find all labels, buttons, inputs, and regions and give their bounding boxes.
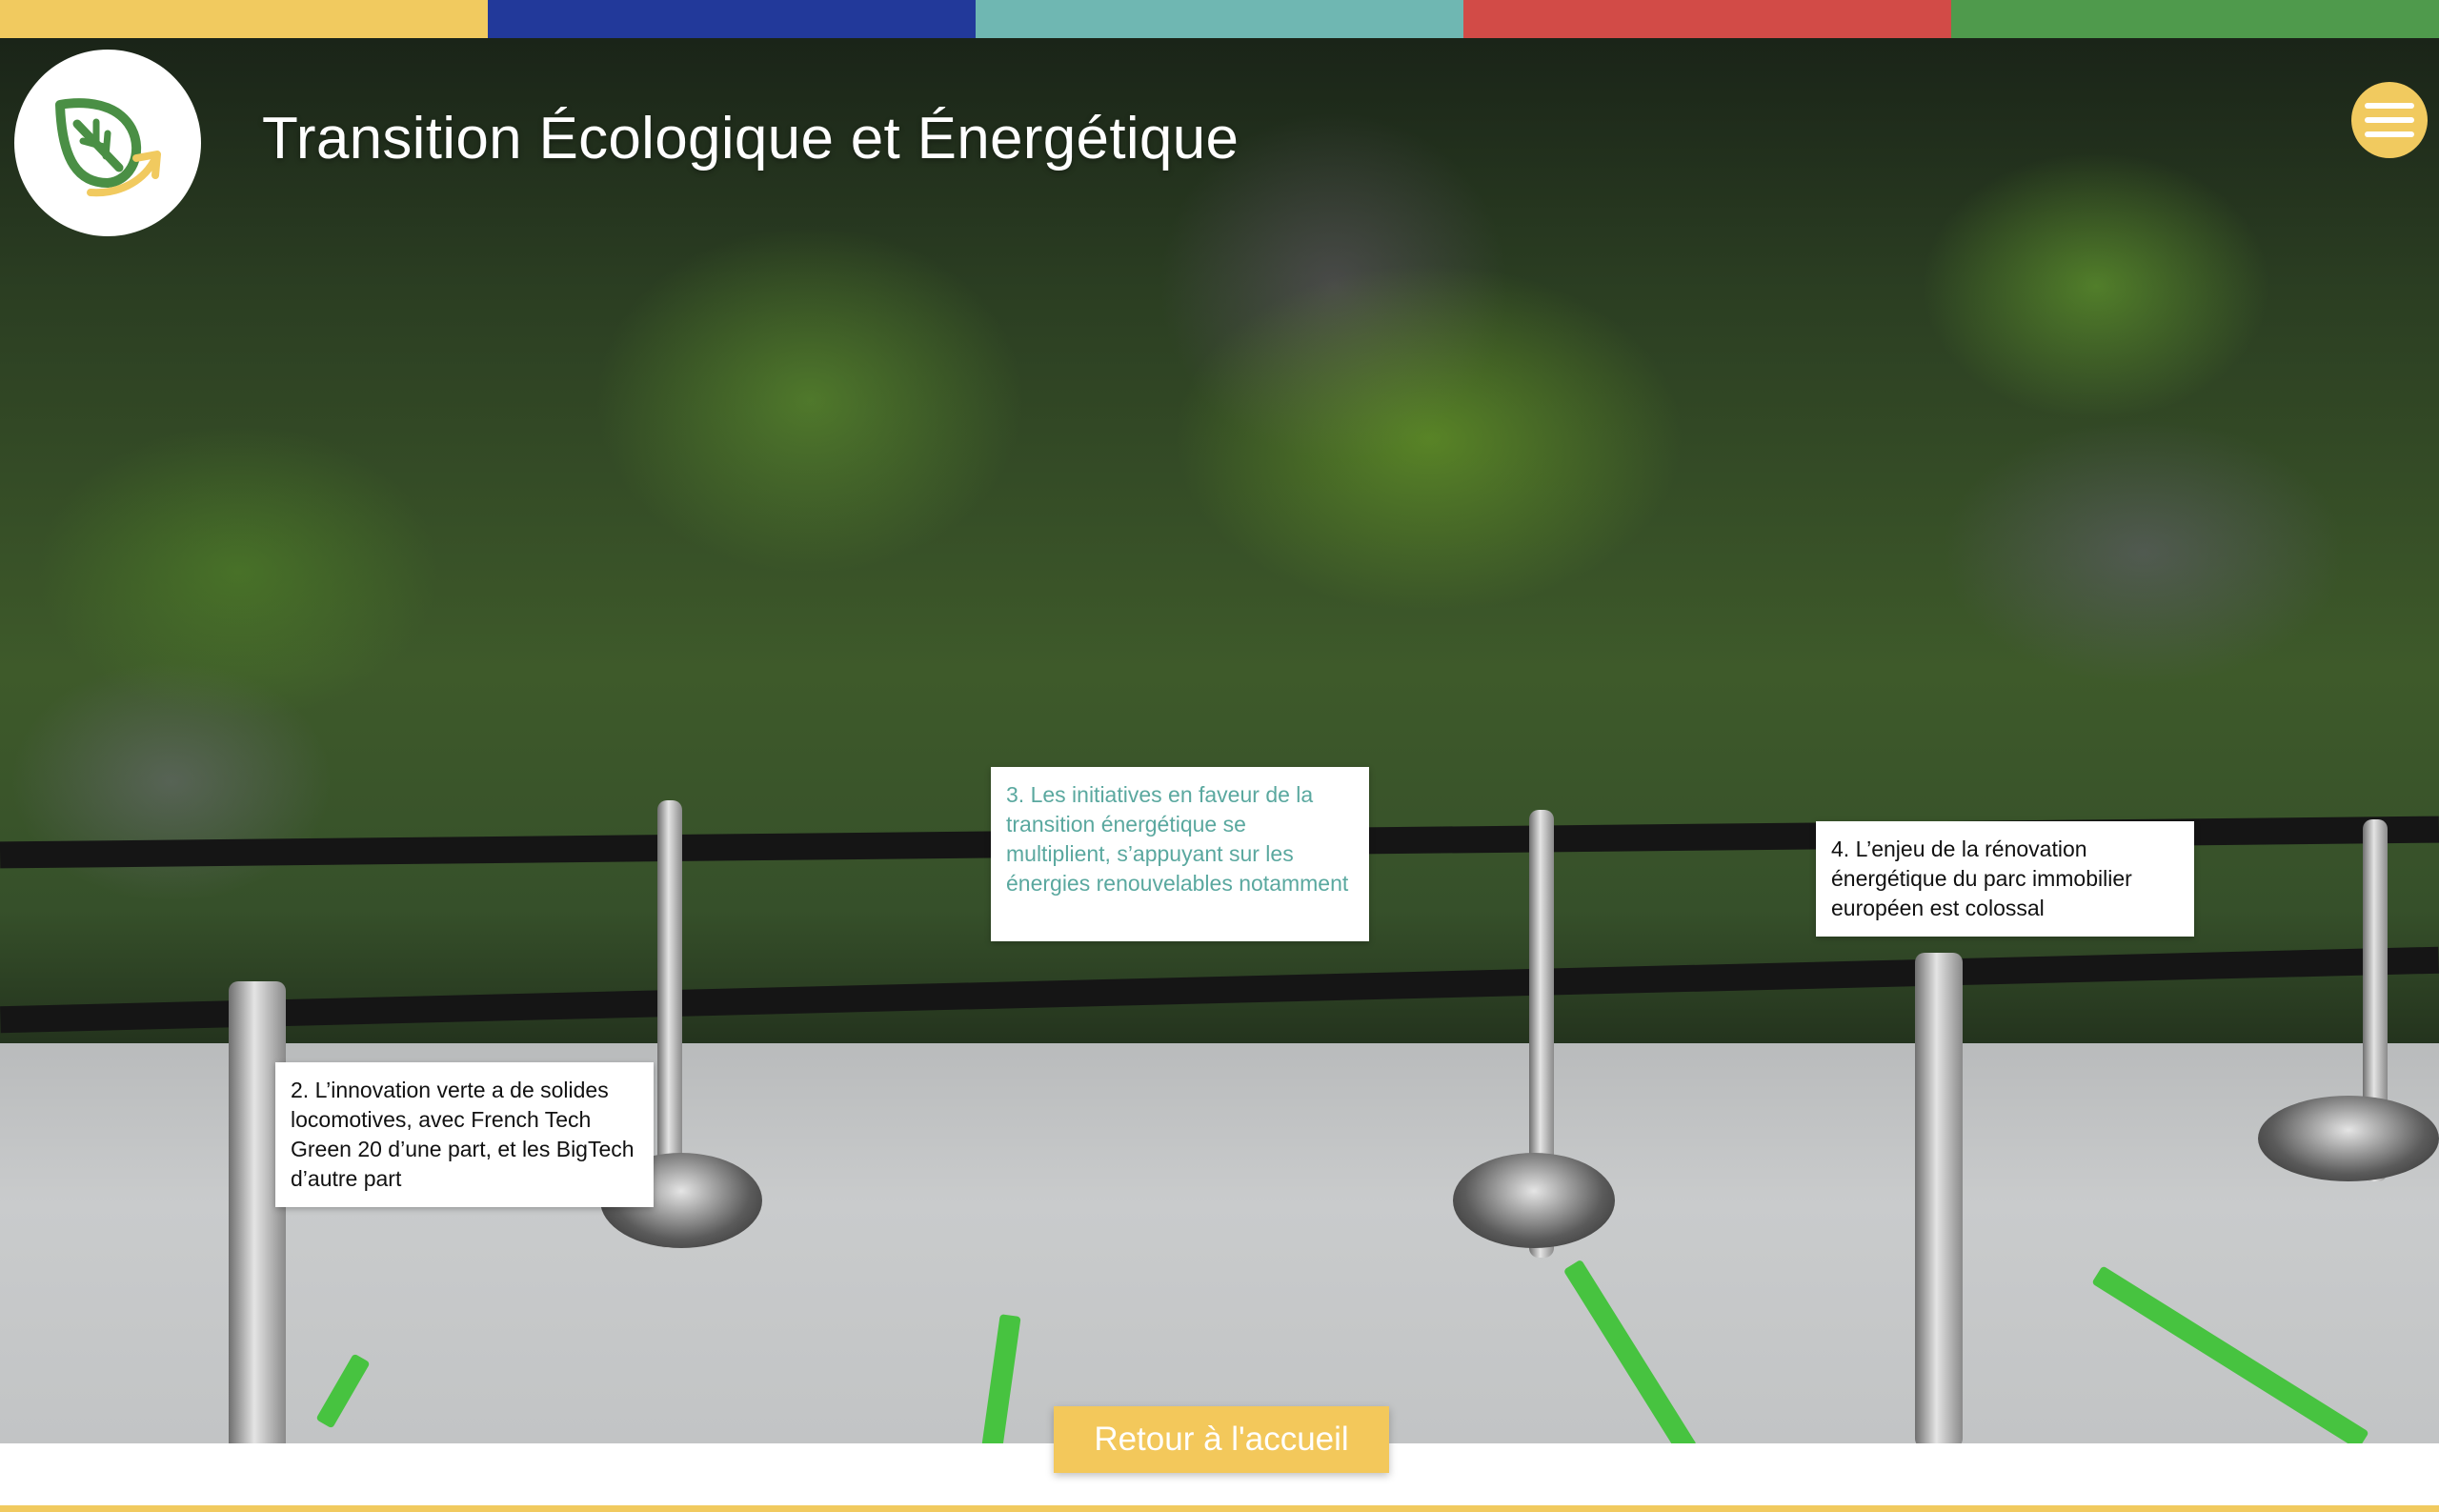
stripe-yellow <box>0 0 488 38</box>
barrier-pole <box>229 981 286 1443</box>
barrier-base <box>1453 1153 1615 1248</box>
home-button[interactable]: Retour à l'accueil <box>1054 1406 1389 1473</box>
stripe-red <box>1463 0 1951 38</box>
stripe-blue <box>488 0 976 38</box>
info-card-3[interactable]: 3. Les initiatives en faveur de la trans… <box>991 767 1369 941</box>
barrier-base <box>2258 1096 2439 1181</box>
bottom-accent-line <box>0 1505 2439 1512</box>
panorama-scene[interactable] <box>0 38 2439 1443</box>
color-stripe <box>0 0 2439 38</box>
hamburger-icon <box>2365 103 2414 137</box>
info-card-2[interactable]: 2. L’innovation verte a de solides locom… <box>275 1062 654 1207</box>
menu-button[interactable] <box>2351 82 2428 158</box>
logo[interactable] <box>14 50 201 236</box>
barrier-pole <box>1915 953 1963 1443</box>
stripe-green <box>1951 0 2439 38</box>
stripe-teal <box>976 0 1463 38</box>
leaf-arrow-icon <box>55 98 161 197</box>
barrier-belt <box>0 946 2439 1034</box>
info-card-4[interactable]: 4. L’enjeu de la rénovation énergétique … <box>1816 821 2194 937</box>
page-title: Transition Écologique et Énergétique <box>262 106 1240 171</box>
